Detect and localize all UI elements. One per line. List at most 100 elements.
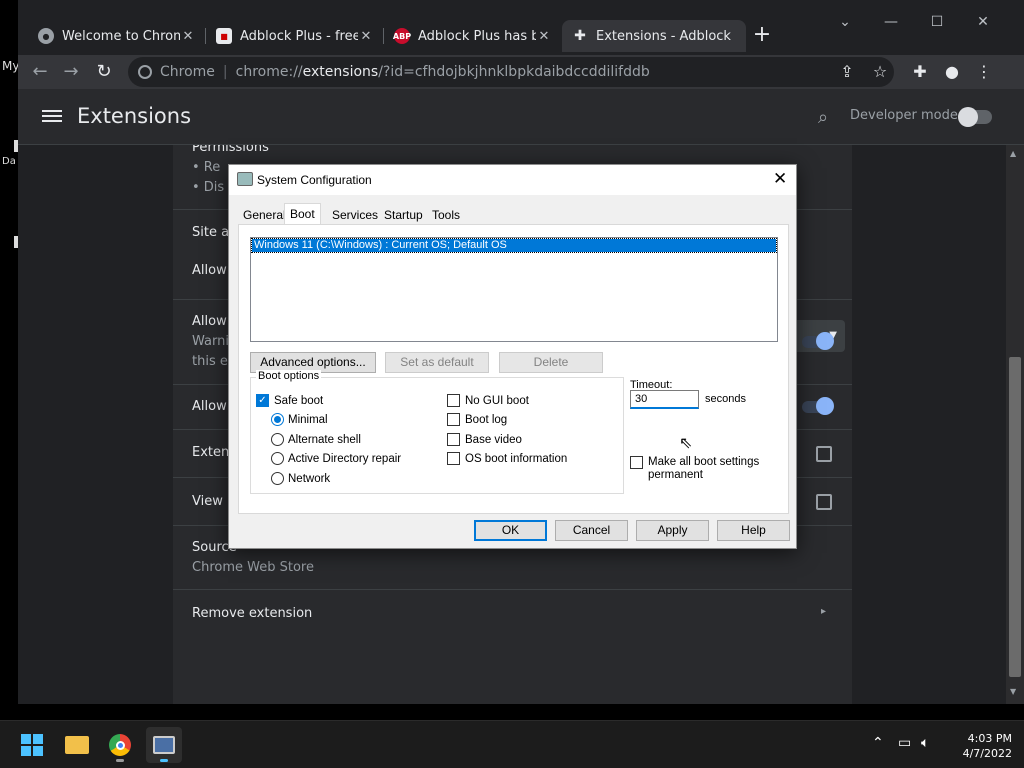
tab-title: Extensions - Adblock	[596, 28, 731, 44]
view-in-store-label: View i	[192, 494, 231, 509]
bookmark-star-icon[interactable]: ☆	[869, 61, 891, 83]
chrome-taskbar-button[interactable]	[102, 727, 138, 763]
open-external-icon[interactable]	[816, 494, 832, 510]
boot-options-legend: Boot options	[256, 370, 322, 382]
menu-kebab-icon[interactable]: ⋮	[973, 61, 995, 83]
remove-extension-row[interactable]: Remove extension ▸	[173, 590, 852, 638]
boot-log-checkbox[interactable]: Boot log	[447, 413, 507, 426]
allow-incognito-toggle[interactable]	[802, 332, 834, 350]
scroll-up-icon[interactable]: ▲	[1010, 149, 1016, 158]
allow-incognito-label: Allow	[192, 314, 227, 329]
delete-button[interactable]: Delete	[499, 352, 603, 373]
profile-icon[interactable]: ●	[941, 61, 963, 83]
tab-tools[interactable]: Tools	[427, 205, 465, 225]
radio-active-directory-repair[interactable]: Active Directory repair	[271, 452, 401, 465]
close-icon[interactable]: ✕	[536, 29, 552, 44]
set-as-default-button[interactable]: Set as default	[385, 352, 489, 373]
apply-button[interactable]: Apply	[636, 520, 709, 541]
help-button[interactable]: Help	[717, 520, 790, 541]
omnibox-divider: |	[222, 64, 228, 80]
developer-mode-toggle[interactable]	[958, 107, 992, 127]
allow-file-urls-label: Allow	[192, 399, 227, 414]
incognito-warning: Warni	[192, 334, 229, 349]
reload-button[interactable]: ↻	[93, 61, 115, 83]
timeout-input[interactable]: 30	[630, 390, 699, 409]
os-list[interactable]: Windows 11 (C:\Windows) : Current OS; De…	[250, 237, 778, 342]
tab-boot[interactable]: Boot	[284, 203, 321, 225]
tab-startup[interactable]: Startup	[379, 205, 428, 225]
ok-button[interactable]: OK	[474, 520, 547, 541]
radio-icon	[271, 472, 284, 485]
open-external-icon[interactable]	[816, 446, 832, 462]
no-gui-boot-checkbox[interactable]: No GUI boot	[447, 394, 529, 407]
tab-general[interactable]: General	[238, 205, 291, 225]
network-icon[interactable]: ▭	[898, 735, 911, 751]
scroll-down-icon[interactable]: ▼	[1010, 687, 1016, 696]
radio-network[interactable]: Network	[271, 472, 330, 485]
close-icon[interactable]: ✕	[773, 169, 787, 189]
checkbox-label: No GUI boot	[465, 394, 529, 407]
radio-icon	[271, 452, 284, 465]
url-host: extensions	[302, 64, 379, 80]
tab-search-icon[interactable]: ⌄	[835, 14, 855, 34]
forward-button[interactable]: →	[60, 61, 82, 83]
base-video-checkbox[interactable]: Base video	[447, 433, 522, 446]
make-permanent-line: Make all boot settings	[648, 456, 760, 468]
radio-alternate-shell[interactable]: Alternate shell	[271, 433, 361, 446]
developer-mode-label: Developer mode	[850, 108, 958, 123]
tab-welcome[interactable]: ● Welcome to Chrome ✕	[28, 20, 206, 52]
close-window-button[interactable]: ✕	[973, 14, 993, 34]
seconds-label: seconds	[705, 393, 746, 405]
new-tab-button[interactable]: +	[748, 22, 776, 50]
radio-selected-icon	[271, 413, 284, 426]
minimize-button[interactable]: —	[881, 14, 901, 34]
msconfig-taskbar-button[interactable]	[146, 727, 182, 763]
allow-file-urls-toggle[interactable]	[802, 397, 834, 415]
os-boot-information-checkbox[interactable]: OS boot information	[447, 452, 567, 465]
adblock-store-icon: ■	[216, 28, 232, 44]
checkbox-label: Base video	[465, 433, 522, 446]
address-bar[interactable]: Chrome | chrome://extensions/?id=cfhdojb…	[128, 57, 894, 87]
file-explorer-button[interactable]	[59, 727, 95, 763]
radio-minimal[interactable]: Minimal	[271, 413, 328, 426]
volume-icon[interactable]: 🔈︎	[921, 735, 929, 751]
share-icon[interactable]: ⇪	[836, 61, 858, 83]
url-path: /?id=cfhdojbkjhnklbpkdaibdccddilifddb	[378, 64, 650, 80]
search-icon[interactable]: ⌕	[818, 107, 828, 128]
maximize-button[interactable]: ☐	[927, 14, 947, 34]
start-button[interactable]	[14, 727, 50, 763]
source-value: Chrome Web Store	[192, 560, 314, 575]
os-list-item[interactable]: Windows 11 (C:\Windows) : Current OS; De…	[251, 238, 777, 253]
checkmark-icon: ✓	[256, 394, 269, 407]
cancel-button[interactable]: Cancel	[555, 520, 628, 541]
tab-extensions[interactable]: ✚ Extensions - Adblock	[562, 20, 746, 52]
folder-icon	[65, 736, 89, 754]
msconfig-icon	[153, 736, 175, 754]
checkbox-icon	[447, 452, 460, 465]
url-scheme: chrome://	[235, 64, 303, 80]
dialog-title: System Configuration	[257, 173, 372, 187]
scrollbar-thumb[interactable]	[1009, 357, 1021, 677]
tab-adblock-store[interactable]: ■ Adblock Plus - free ad ✕	[206, 20, 384, 52]
dialog-titlebar[interactable]: System Configuration ✕	[229, 165, 796, 195]
back-button[interactable]: ←	[29, 61, 51, 83]
chevron-up-icon[interactable]: ⌃	[872, 735, 884, 751]
mouse-cursor-icon: ⇖	[679, 435, 693, 452]
clock[interactable]: 4:03 PM 4/7/2022	[940, 731, 1012, 761]
tab-services[interactable]: Services	[327, 205, 383, 225]
page-scrollbar[interactable]: ▲ ▼	[1006, 145, 1024, 704]
hamburger-menu-icon[interactable]	[42, 107, 62, 127]
checkbox-icon	[630, 456, 643, 469]
extensions-puzzle-icon[interactable]: ✚	[909, 61, 931, 83]
close-icon[interactable]: ✕	[358, 29, 374, 44]
tab-title: Adblock Plus - free ad	[240, 28, 358, 44]
chrome-icon	[138, 65, 152, 79]
site-access-label: Allow	[192, 263, 227, 278]
radio-label: Network	[288, 472, 331, 485]
tab-adblock-installed[interactable]: ABP Adblock Plus has bee ✕	[384, 20, 562, 52]
desktop-icon-label: Da	[2, 156, 16, 167]
safe-boot-checkbox[interactable]: ✓ Safe boot	[256, 394, 323, 407]
make-permanent-checkbox[interactable]: Make all boot settings permanent	[630, 456, 759, 482]
close-icon[interactable]: ✕	[180, 29, 196, 44]
tab-title: Adblock Plus has bee	[418, 28, 536, 44]
